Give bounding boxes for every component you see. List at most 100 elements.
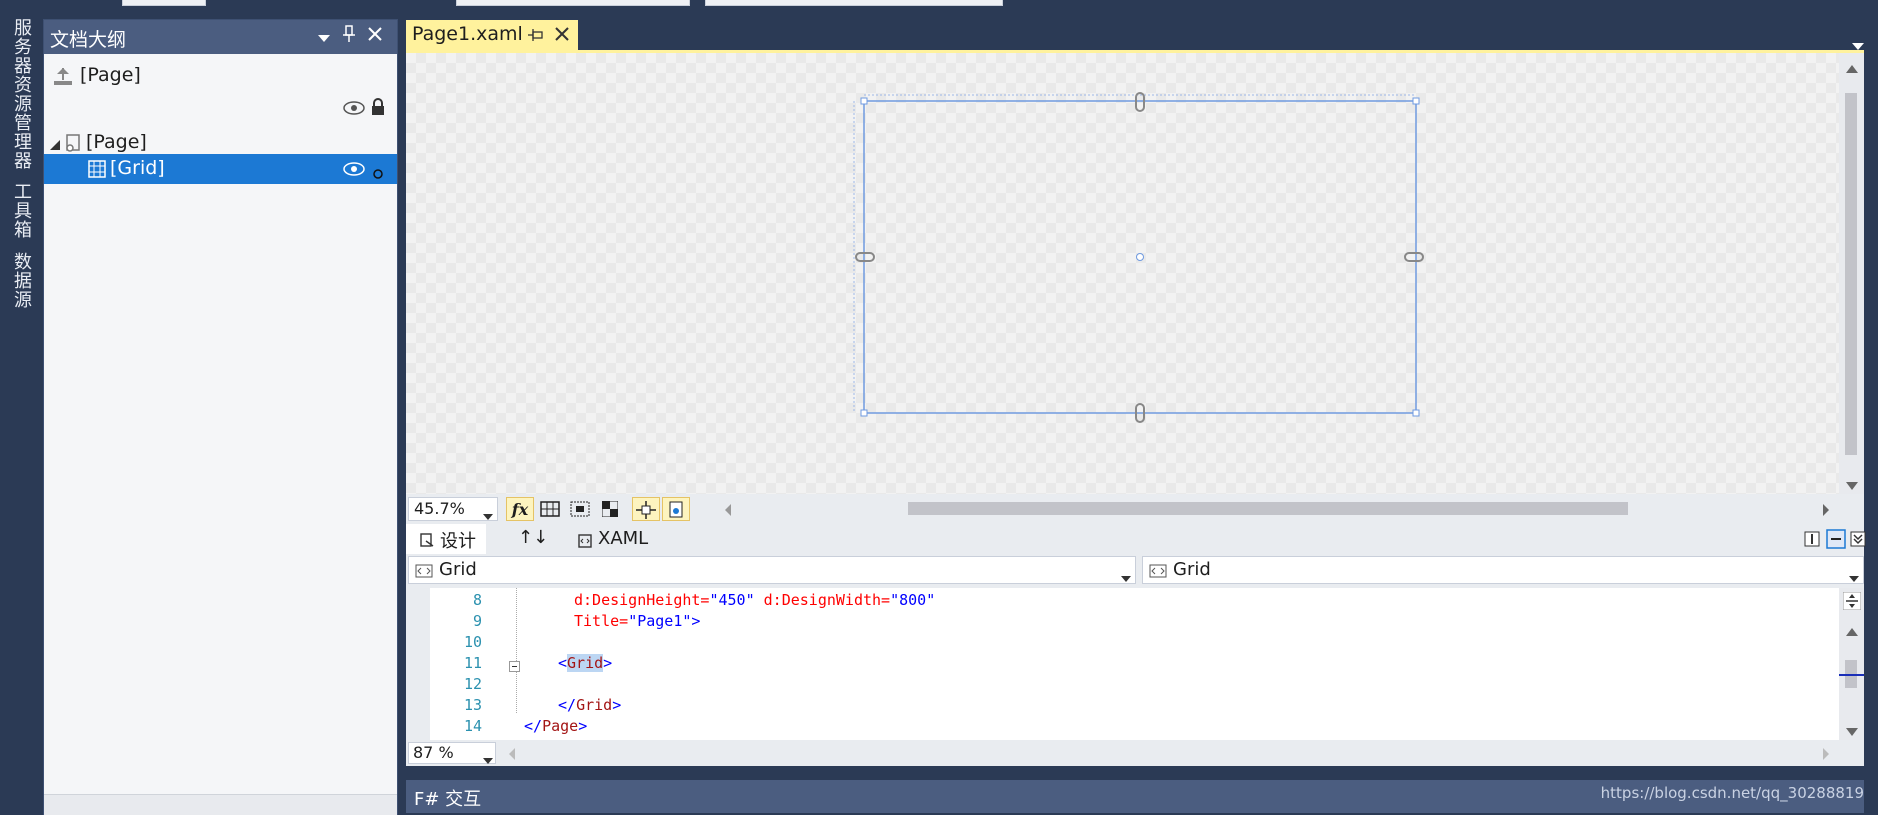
tree-item-page-label: [Page] xyxy=(86,131,147,153)
split-vertical-icon[interactable] xyxy=(1804,531,1820,552)
horizontal-scroll-thumb[interactable] xyxy=(908,502,1628,515)
tree-item-grid[interactable]: [Grid] xyxy=(44,154,397,184)
close-icon[interactable] xyxy=(554,26,570,47)
tab-xaml[interactable]: XAML xyxy=(568,524,668,554)
fsharp-panel-title: F# 交互 xyxy=(414,789,482,810)
visibility-eye-icon[interactable] xyxy=(343,100,365,121)
lock-toggle-circle-icon[interactable] xyxy=(373,164,383,184)
lock-icon[interactable] xyxy=(370,97,386,122)
zoom-value: 45.7% xyxy=(414,499,465,518)
designer-toolbar: 45.7% fx xyxy=(406,494,1864,524)
outline-root-label: [Page] xyxy=(80,64,141,86)
dropdown-right-value: Grid xyxy=(1173,559,1211,580)
xaml-code-editor[interactable]: 8 9 10 11 12 13 14 d:DesignHeight="450" … xyxy=(406,588,1839,740)
toolbar-combo-2[interactable] xyxy=(456,0,690,6)
snap-to-snaplines-icon[interactable] xyxy=(632,497,660,521)
caret-position-marker xyxy=(1839,674,1864,676)
element-dropdown-right[interactable]: Grid xyxy=(1142,556,1864,584)
code-vertical-scrollbar[interactable] xyxy=(1839,588,1864,740)
outline-horizontal-scrollbar[interactable] xyxy=(44,794,397,815)
swap-panes-icon[interactable]: ↑↓ xyxy=(518,527,548,548)
code-zoom-combo[interactable]: 87 % xyxy=(408,742,496,764)
design-icon xyxy=(420,532,434,552)
xaml-icon xyxy=(578,533,592,553)
tab-toolbox[interactable]: 工具箱 xyxy=(8,182,34,239)
tab-design[interactable]: 设计 xyxy=(406,524,486,554)
scroll-down-icon[interactable] xyxy=(1845,476,1859,496)
code-status-bar: 87 % xyxy=(406,740,1864,766)
chevron-down-icon[interactable] xyxy=(483,506,493,526)
split-horizontal-icon[interactable] xyxy=(1826,529,1846,554)
outline-title: 文档大纲 xyxy=(50,29,127,51)
scroll-left-icon[interactable] xyxy=(724,502,732,522)
xaml-navigation-bar: Grid Grid xyxy=(406,554,1864,588)
scroll-left-icon[interactable] xyxy=(508,746,516,766)
expanded-triangle-icon[interactable] xyxy=(49,136,61,156)
indent-guide xyxy=(516,588,518,713)
formula-fx-button[interactable]: fx xyxy=(506,497,534,521)
line-number: 12 xyxy=(463,675,482,693)
tab-label: Page1.xaml xyxy=(412,23,523,45)
tab-xaml-label: XAML xyxy=(598,528,649,549)
scroll-up-icon[interactable] xyxy=(1845,59,1859,79)
chevron-down-icon[interactable] xyxy=(1849,568,1859,588)
watermark-url: https://blog.csdn.net/qq_30288819 xyxy=(1600,784,1864,802)
tab-page1-xaml[interactable]: Page1.xaml xyxy=(406,20,578,50)
code-zoom-value: 87 % xyxy=(413,743,454,762)
snap-gridlines-icon[interactable] xyxy=(566,497,594,521)
grid-adorner[interactable] xyxy=(406,53,1839,494)
toolbar-combo-1[interactable] xyxy=(122,0,206,6)
code-line-14: </Page> xyxy=(524,717,588,735)
split-view-tabs: 设计 ↑↓ XAML xyxy=(406,524,1866,554)
code-line-9: Title="Page1"> xyxy=(574,612,701,630)
upload-icon xyxy=(52,66,74,91)
line-number: 13 xyxy=(463,696,482,714)
line-number: 9 xyxy=(472,612,482,630)
dropdown-arrow-icon[interactable] xyxy=(318,28,330,48)
design-surface[interactable] xyxy=(406,53,1839,494)
project-code-icon[interactable] xyxy=(662,497,690,521)
outline-header: 文档大纲 xyxy=(44,20,397,54)
visibility-eye-icon[interactable] xyxy=(343,161,365,182)
grid-icon xyxy=(88,160,106,183)
close-icon[interactable] xyxy=(367,26,383,47)
chevron-down-icon[interactable] xyxy=(1121,568,1131,588)
design-vertical-scrollbar[interactable] xyxy=(1839,53,1864,494)
toolbar-combo-3[interactable] xyxy=(705,0,1003,6)
element-dropdown-left[interactable]: Grid xyxy=(408,556,1136,584)
tab-data-sources[interactable]: 数据源 xyxy=(8,252,34,309)
document-outline-panel: 文档大纲 [Page] [Page] [Grid] xyxy=(43,19,398,815)
scroll-down-icon[interactable] xyxy=(1845,722,1859,742)
line-number: 8 xyxy=(472,591,482,609)
scroll-thumb[interactable] xyxy=(1845,93,1857,455)
tree-item-grid-label: [Grid] xyxy=(110,157,165,179)
collapse-pane-icon[interactable] xyxy=(1850,531,1866,552)
code-line-8: d:DesignHeight="450" d:DesignWidth="800" xyxy=(574,591,936,609)
element-icon xyxy=(415,563,433,583)
document-tab-bar xyxy=(400,10,1878,50)
line-number: 11 xyxy=(463,654,482,672)
code-line-11: <Grid> xyxy=(558,654,613,672)
chevron-down-icon[interactable] xyxy=(483,750,493,770)
vertical-tab-strip: 服务器资源管理器 工具箱 数据源 xyxy=(0,10,42,813)
dropdown-left-value: Grid xyxy=(439,559,477,580)
split-handle-icon[interactable] xyxy=(1842,591,1862,615)
scroll-right-icon[interactable] xyxy=(1822,746,1830,766)
outline-root-page[interactable]: [Page] xyxy=(44,61,397,91)
scroll-up-icon[interactable] xyxy=(1845,622,1859,642)
right-frame xyxy=(1864,10,1878,813)
pin-icon[interactable] xyxy=(343,25,355,48)
code-margin xyxy=(406,588,430,740)
element-icon xyxy=(1149,563,1167,583)
tab-design-label: 设计 xyxy=(440,531,476,552)
collapse-toggle-icon[interactable] xyxy=(509,659,521,677)
tab-server-explorer[interactable]: 服务器资源管理器 xyxy=(8,18,34,170)
zoom-combo[interactable]: 45.7% xyxy=(408,497,498,521)
line-number: 14 xyxy=(463,717,482,735)
checkerboard-icon[interactable] xyxy=(596,497,624,521)
pin-icon[interactable] xyxy=(528,27,544,47)
grid-toggle-icon[interactable] xyxy=(536,497,564,521)
code-line-13: </Grid> xyxy=(558,696,622,714)
line-number: 10 xyxy=(463,633,482,651)
scroll-right-icon[interactable] xyxy=(1822,502,1830,522)
